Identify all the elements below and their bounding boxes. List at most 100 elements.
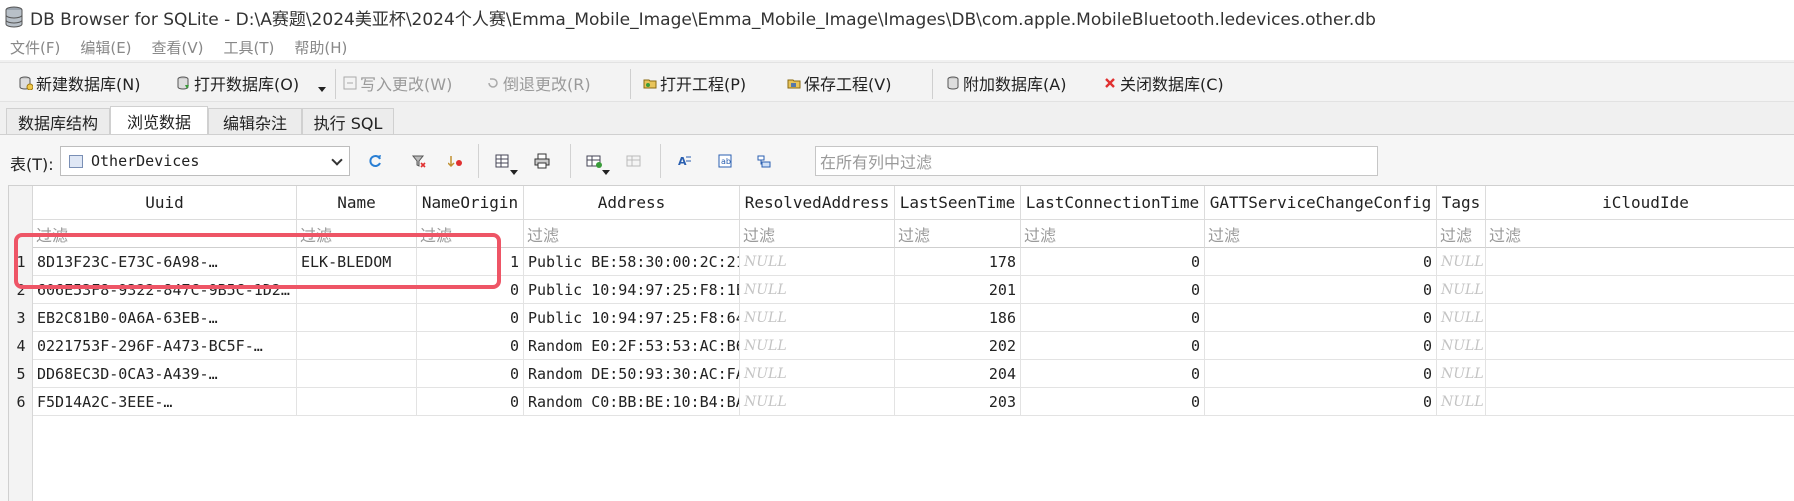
cell-gatt-service-change-config[interactable]: 0: [1205, 360, 1437, 388]
cell-name-origin[interactable]: 0: [417, 360, 524, 388]
tab-database-structure[interactable]: 数据库结构: [6, 108, 110, 134]
cell-name[interactable]: [297, 388, 417, 416]
cell-uuid[interactable]: 606E53F8-9322-847C-9B5C-1D2…: [33, 276, 297, 304]
cell-uuid[interactable]: F5D14A2C-3EEE-…: [33, 388, 297, 416]
cell-tags[interactable]: NULL: [1437, 248, 1486, 276]
cell-icloud-identifier[interactable]: [1486, 248, 1794, 276]
column-filter-icloud-identifier[interactable]: 过滤: [1486, 220, 1794, 248]
cell-last-connection-time[interactable]: 0: [1021, 276, 1205, 304]
column-header-tags[interactable]: Tags: [1437, 186, 1486, 220]
global-filter-input[interactable]: 在所有列中过滤: [815, 146, 1378, 176]
close-database-button[interactable]: 关闭数据库(C): [1102, 71, 1224, 95]
clear-filters-icon[interactable]: [410, 152, 428, 170]
new-database-button[interactable]: 新建数据库(N): [18, 71, 140, 95]
print-icon[interactable]: [533, 152, 551, 170]
refresh-icon[interactable]: [366, 152, 384, 170]
cell-address[interactable]: Random E0:2F:53:53:AC:B6: [524, 332, 740, 360]
find-icon[interactable]: A: [676, 152, 694, 170]
cell-uuid[interactable]: EB2C81B0-0A6A-63EB-…: [33, 304, 297, 332]
cell-icloud-identifier[interactable]: [1486, 332, 1794, 360]
cell-tags[interactable]: NULL: [1437, 332, 1486, 360]
cell-resolved-address[interactable]: NULL: [740, 304, 895, 332]
cell-resolved-address[interactable]: NULL: [740, 332, 895, 360]
cell-uuid[interactable]: 0221753F-296F-A473-BC5F-…: [33, 332, 297, 360]
insert-record-dropdown-icon[interactable]: [602, 170, 610, 175]
column-filter-last-connection-time[interactable]: 过滤: [1021, 220, 1205, 248]
cell-last-seen-time[interactable]: 201: [895, 276, 1021, 304]
cell-last-seen-time[interactable]: 178: [895, 248, 1021, 276]
column-header-last-connection-time[interactable]: LastConnectionTime: [1021, 186, 1205, 220]
column-header-name-origin[interactable]: NameOrigin: [417, 186, 524, 220]
clear-sorting-icon[interactable]: [447, 152, 465, 170]
insert-record-icon[interactable]: [585, 152, 603, 170]
menu-view[interactable]: 查看(V): [152, 37, 204, 58]
cell-last-seen-time[interactable]: 202: [895, 332, 1021, 360]
attach-database-button[interactable]: 附加数据库(A): [945, 71, 1066, 95]
open-database-dropdown-icon[interactable]: [318, 87, 326, 92]
cell-icloud-identifier[interactable]: [1486, 276, 1794, 304]
delete-record-icon[interactable]: [625, 152, 643, 170]
cell-tags[interactable]: NULL: [1437, 304, 1486, 332]
cell-resolved-address[interactable]: NULL: [740, 248, 895, 276]
open-database-button[interactable]: 打开数据库(O): [176, 71, 299, 95]
cell-name-origin[interactable]: 0: [417, 304, 524, 332]
cell-last-seen-time[interactable]: 203: [895, 388, 1021, 416]
cell-name[interactable]: [297, 276, 417, 304]
table-select[interactable]: OtherDevices: [60, 146, 350, 176]
cell-name[interactable]: [297, 332, 417, 360]
cell-gatt-service-change-config[interactable]: 0: [1205, 388, 1437, 416]
row-number[interactable]: 6: [9, 386, 33, 418]
column-filter-address[interactable]: 过滤: [524, 220, 740, 248]
cell-last-seen-time[interactable]: 186: [895, 304, 1021, 332]
column-filter-gatt-service-change-config[interactable]: 过滤: [1205, 220, 1437, 248]
cell-address[interactable]: Public BE:58:30:00:2C:21: [524, 248, 740, 276]
column-filter-resolved-address[interactable]: 过滤: [740, 220, 895, 248]
tab-browse-data[interactable]: 浏览数据: [110, 106, 208, 134]
cell-gatt-service-change-config[interactable]: 0: [1205, 332, 1437, 360]
cell-address[interactable]: Random DE:50:93:30:AC:FA: [524, 360, 740, 388]
revert-changes-button[interactable]: 倒退更改(R): [485, 71, 591, 95]
cell-last-connection-time[interactable]: 0: [1021, 304, 1205, 332]
cell-tags[interactable]: NULL: [1437, 276, 1486, 304]
column-filter-name[interactable]: 过滤: [297, 220, 417, 248]
cell-resolved-address[interactable]: NULL: [740, 276, 895, 304]
cell-address[interactable]: Random C0:BB:BE:10:B4:BA: [524, 388, 740, 416]
column-header-resolved-address[interactable]: ResolvedAddress: [740, 186, 895, 220]
column-header-last-seen-time[interactable]: LastSeenTime: [895, 186, 1021, 220]
cell-name[interactable]: [297, 304, 417, 332]
column-header-uuid[interactable]: Uuid: [33, 186, 297, 220]
cell-name[interactable]: [297, 360, 417, 388]
write-changes-button[interactable]: 写入更改(W): [342, 71, 452, 95]
column-header-gatt-service-change-config[interactable]: GATTServiceChangeConfig: [1205, 186, 1437, 220]
cell-last-connection-time[interactable]: 0: [1021, 248, 1205, 276]
save-project-button[interactable]: 保存工程(V): [786, 71, 891, 95]
cell-tags[interactable]: NULL: [1437, 360, 1486, 388]
cell-gatt-service-change-config[interactable]: 0: [1205, 304, 1437, 332]
cell-icloud-identifier[interactable]: [1486, 304, 1794, 332]
column-filter-name-origin[interactable]: 过滤: [417, 220, 524, 248]
cell-uuid[interactable]: DD68EC3D-0CA3-A439-…: [33, 360, 297, 388]
menu-tools[interactable]: 工具(T): [224, 37, 275, 58]
goto-icon[interactable]: [755, 152, 773, 170]
cell-last-seen-time[interactable]: 204: [895, 360, 1021, 388]
find-replace-icon[interactable]: ab: [716, 152, 734, 170]
column-header-address[interactable]: Address: [524, 186, 740, 220]
cell-last-connection-time[interactable]: 0: [1021, 332, 1205, 360]
cell-icloud-identifier[interactable]: [1486, 360, 1794, 388]
column-header-name[interactable]: Name: [297, 186, 417, 220]
menu-help[interactable]: 帮助(H): [294, 37, 347, 58]
cell-name-origin[interactable]: 0: [417, 388, 524, 416]
cell-address[interactable]: Public 10:94:97:25:F8:1E: [524, 276, 740, 304]
menu-file[interactable]: 文件(F): [10, 37, 60, 58]
cell-icloud-identifier[interactable]: [1486, 388, 1794, 416]
cell-name-origin[interactable]: 0: [417, 276, 524, 304]
tab-edit-pragmas[interactable]: 编辑杂注: [208, 108, 302, 134]
cell-gatt-service-change-config[interactable]: 0: [1205, 276, 1437, 304]
column-filter-uuid[interactable]: 过滤: [33, 220, 297, 248]
save-table-as-icon[interactable]: [493, 152, 511, 170]
cell-name-origin[interactable]: 1: [417, 248, 524, 276]
cell-gatt-service-change-config[interactable]: 0: [1205, 248, 1437, 276]
cell-resolved-address[interactable]: NULL: [740, 360, 895, 388]
column-header-icloud-identifier[interactable]: iCloudIde: [1486, 186, 1794, 220]
tab-execute-sql[interactable]: 执行 SQL: [302, 108, 394, 134]
